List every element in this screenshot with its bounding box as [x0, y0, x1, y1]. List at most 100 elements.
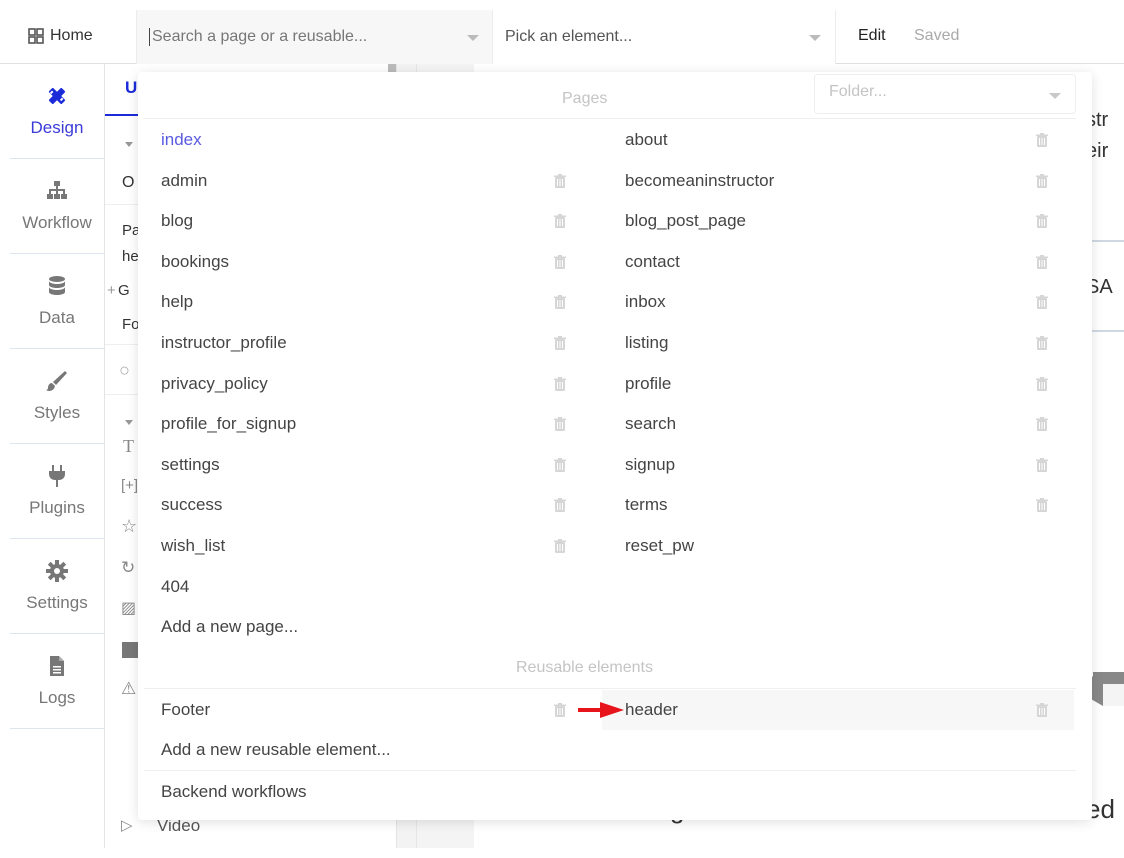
- trash-icon[interactable]: [554, 457, 566, 472]
- trash-icon[interactable]: [554, 416, 566, 432]
- panel-text-fragment: O: [122, 174, 135, 191]
- page-name: about: [625, 130, 668, 149]
- panel-text-fragment: Fo: [122, 316, 140, 333]
- trash-icon[interactable]: [1036, 457, 1048, 472]
- page-search-dropdown[interactable]: [136, 10, 492, 64]
- home-label: Home: [50, 27, 93, 44]
- page-list-item[interactable]: reset_pw: [602, 526, 1074, 566]
- page-name: listing: [625, 333, 669, 352]
- page-list-item[interactable]: bookings: [138, 242, 592, 282]
- page-name: header: [625, 700, 678, 719]
- page-name: becomeaninstructor: [625, 170, 775, 190]
- page-list-item[interactable]: profile: [602, 364, 1074, 404]
- trash-icon[interactable]: [554, 213, 566, 229]
- nav-design-label: Design: [30, 118, 84, 137]
- page-list-item[interactable]: instructor_profile: [138, 323, 592, 363]
- page-list-item[interactable]: success: [138, 485, 592, 525]
- trash-icon[interactable]: [1036, 335, 1048, 350]
- trash-icon[interactable]: [1036, 497, 1048, 513]
- page-list-item[interactable]: privacy_policy: [138, 364, 592, 404]
- page-list-item[interactable]: wish_list: [138, 526, 592, 566]
- page-list-item[interactable]: profile_for_signup: [138, 404, 592, 444]
- page-list-item[interactable]: listing: [602, 323, 1074, 363]
- trash-icon[interactable]: [554, 335, 566, 350]
- page-list-item[interactable]: index: [138, 120, 592, 160]
- trash-icon[interactable]: [1036, 173, 1048, 188]
- page-list-item[interactable]: becomeaninstructor: [602, 161, 1074, 201]
- page-name: blog_post_page: [625, 211, 747, 231]
- chevron-down-icon[interactable]: [467, 35, 479, 41]
- page-list-item[interactable]: settings: [138, 445, 592, 485]
- page-list-item[interactable]: blog_post_page: [602, 201, 1074, 241]
- page-list-item[interactable]: about: [602, 120, 1074, 160]
- page-list-item[interactable]: admin: [138, 161, 592, 201]
- nav-styles[interactable]: Styles: [10, 349, 104, 444]
- trash-icon[interactable]: [554, 497, 566, 513]
- chevron-down-icon[interactable]: [125, 420, 133, 425]
- button-element-icon[interactable]: [+]: [121, 477, 138, 494]
- design-icon: [48, 87, 66, 105]
- trash-icon[interactable]: [1036, 213, 1048, 229]
- trash-icon[interactable]: [554, 173, 566, 188]
- link-element-icon[interactable]: ↻: [121, 558, 135, 578]
- trash-icon[interactable]: [554, 254, 566, 269]
- trash-icon[interactable]: [1036, 132, 1048, 147]
- icon-element-icon[interactable]: ☆: [121, 516, 137, 537]
- element-picker-placeholder: Pick an element...: [505, 28, 633, 45]
- trash-icon[interactable]: [554, 376, 566, 391]
- image-element-icon[interactable]: ▨: [121, 598, 136, 618]
- trash-icon[interactable]: [554, 294, 566, 310]
- trash-icon[interactable]: [554, 538, 566, 553]
- nav-design[interactable]: Design: [10, 64, 104, 159]
- page-list-item[interactable]: search: [602, 404, 1074, 444]
- page-list-item[interactable]: help: [138, 282, 592, 322]
- page-list-item[interactable]: terms: [602, 485, 1074, 525]
- page-list-item[interactable]: Add a new page...: [138, 607, 592, 647]
- page-list-item[interactable]: blog: [138, 201, 592, 241]
- plus-icon[interactable]: +: [107, 282, 116, 299]
- plug-icon: [49, 465, 65, 487]
- trash-icon[interactable]: [554, 702, 566, 717]
- nav-plugins[interactable]: Plugins: [10, 444, 104, 539]
- trash-icon[interactable]: [1036, 254, 1048, 269]
- page-list-item[interactable]: Footer: [138, 690, 592, 730]
- page-name: success: [161, 495, 223, 515]
- page-name: Add a new page...: [161, 617, 299, 637]
- left-navigation: Design Workflow Data Styles Plugins Sett…: [10, 64, 105, 848]
- element-picker-dropdown[interactable]: Pick an element...: [492, 10, 836, 64]
- folder-select[interactable]: Folder...: [814, 74, 1076, 114]
- page-name: profile: [625, 373, 672, 393]
- chevron-down-icon[interactable]: [125, 142, 133, 147]
- video-element-icon[interactable]: ▷: [121, 816, 133, 834]
- page-list-item[interactable]: signup: [602, 445, 1074, 485]
- nav-data[interactable]: Data: [10, 254, 104, 349]
- page-list-item[interactable]: header: [602, 690, 1074, 730]
- page-list-item[interactable]: contact: [602, 242, 1074, 282]
- text-element-icon[interactable]: T: [123, 436, 134, 457]
- chevron-down-icon[interactable]: [809, 35, 821, 41]
- page-list-item[interactable]: 404: [138, 567, 592, 607]
- nav-logs[interactable]: Logs: [10, 634, 104, 729]
- trash-icon[interactable]: [1036, 416, 1048, 432]
- trash-icon[interactable]: [1036, 376, 1048, 391]
- page-search-input[interactable]: [149, 28, 449, 46]
- save-status: Saved: [914, 27, 960, 44]
- page-name: search: [625, 414, 677, 434]
- nav-settings[interactable]: Settings: [10, 539, 104, 634]
- page-list-item[interactable]: inbox: [602, 282, 1074, 322]
- page-list-item[interactable]: Add a new reusable element...: [138, 730, 592, 770]
- page-name: contact: [625, 251, 680, 271]
- chevron-down-icon[interactable]: [1049, 93, 1061, 99]
- backend-workflows-item[interactable]: Backend workflows: [138, 772, 578, 812]
- home-button[interactable]: Home: [28, 22, 93, 50]
- trash-icon[interactable]: [1036, 294, 1048, 310]
- page-name: inbox: [625, 292, 666, 312]
- page-name: 404: [161, 576, 190, 596]
- trash-icon[interactable]: [1036, 702, 1048, 717]
- edit-menu[interactable]: Edit: [858, 27, 886, 45]
- divider: [144, 688, 1076, 689]
- nav-workflow[interactable]: Workflow: [10, 159, 104, 254]
- alert-element-icon[interactable]: ⚠: [121, 679, 136, 699]
- workflow-icon: [47, 181, 67, 199]
- shape-element-icon[interactable]: [122, 642, 138, 658]
